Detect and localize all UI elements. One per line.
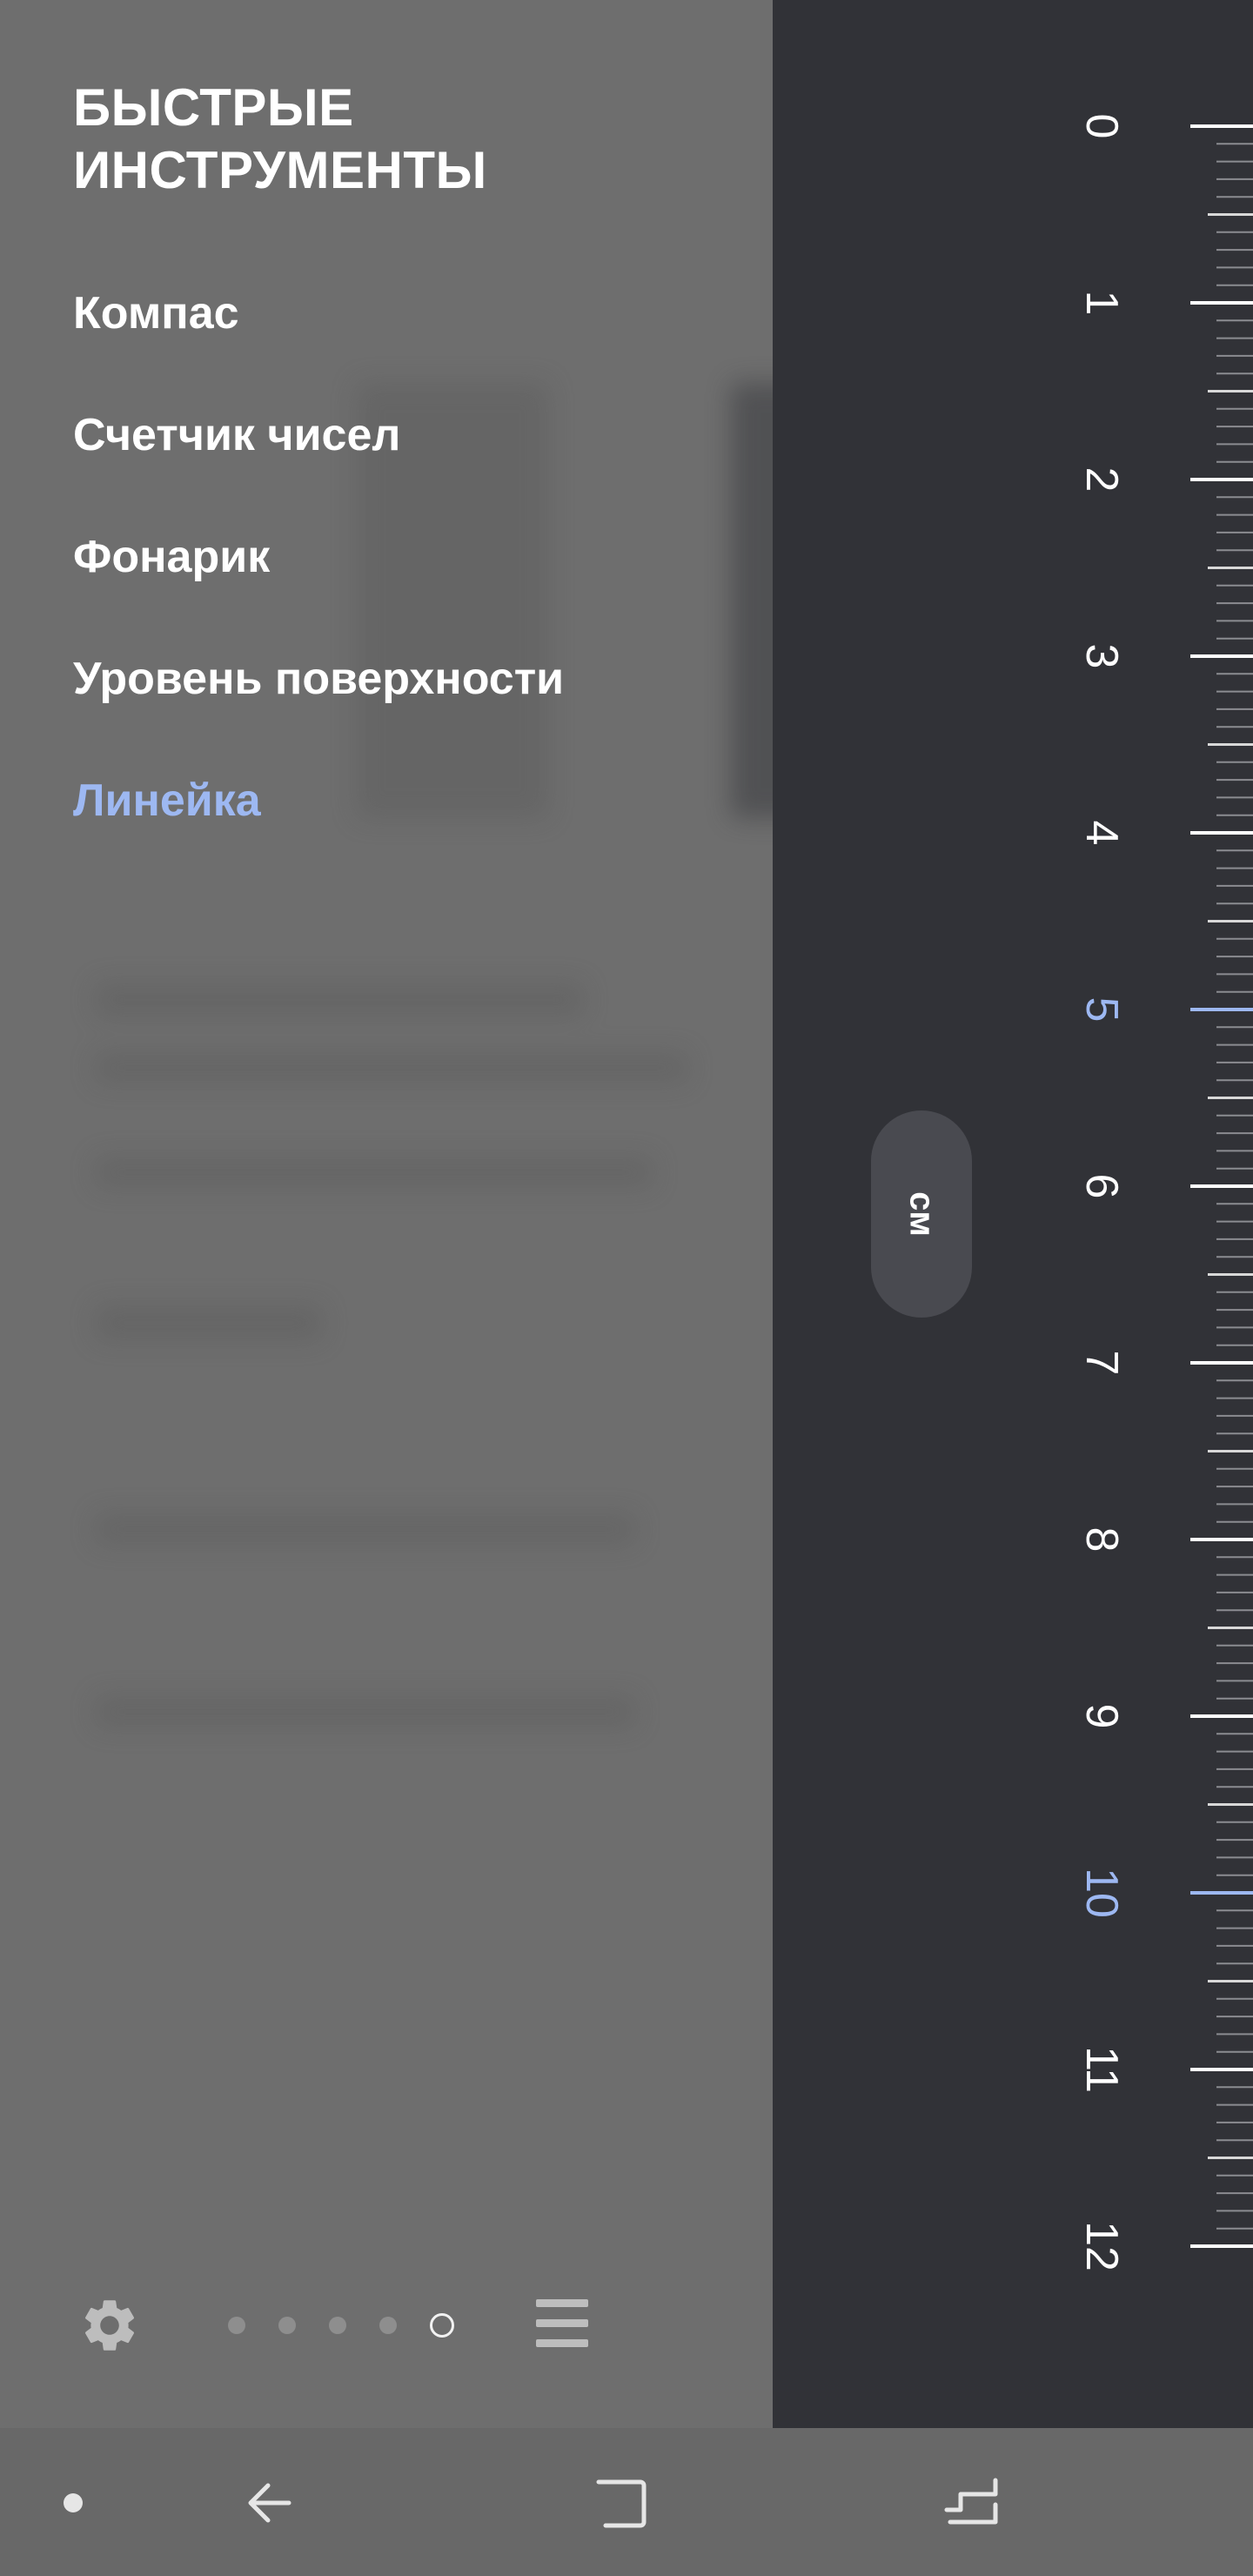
menu-item-flashlight[interactable]: Фонарик [73,513,564,635]
recents-icon[interactable] [941,2470,1004,2532]
ruler-scale: 0123456789101112 [1076,114,1253,2271]
menu-item-counter[interactable]: Счетчик чисел [73,392,564,513]
unit-toggle-button[interactable]: см [871,1110,972,1318]
ruler-label: 6 [1076,1174,1127,1199]
system-nav-bar [0,2428,1253,2576]
tools-list: Компас Счетчик чисел Фонарик Уровень пов… [73,270,564,879]
back-icon[interactable] [240,2472,303,2534]
menu-footer [0,2280,773,2367]
tools-menu-panel: БЫСТРЫЕ ИНСТРУМЕНТЫ Компас Счетчик чисел… [0,0,773,2428]
menu-item-ruler[interactable]: Линейка [73,757,564,879]
page-dot[interactable] [228,2317,245,2334]
ruler-label: 8 [1076,1527,1127,1553]
page-indicator [228,2313,454,2338]
menu-item-compass[interactable]: Компас [73,270,564,392]
unit-label: см [902,1191,941,1237]
dot-icon[interactable] [61,2491,85,2515]
ruler[interactable]: 0 1 2 3 4 5 6 7 8 9 10 11 12 см [773,0,1253,2428]
page-dot[interactable] [379,2317,397,2334]
ruler-label: 5 [1076,997,1127,1023]
ruler-label: 4 [1076,821,1127,846]
ruler-label: 2 [1076,467,1127,493]
ruler-label: 1 [1076,291,1127,316]
ruler-label: 3 [1076,644,1127,669]
gear-icon[interactable] [78,2294,141,2357]
page-dot[interactable] [329,2317,346,2334]
ruler-label: 7 [1076,1351,1127,1376]
menu-item-level[interactable]: Уровень поверхности [73,635,564,757]
page-dot[interactable] [278,2317,296,2334]
ruler-label: 9 [1076,1704,1127,1729]
list-icon[interactable] [531,2292,593,2355]
ruler-label: 11 [1076,2046,1127,2093]
ruler-label: 12 [1076,2221,1127,2271]
menu-title: БЫСТРЫЕ ИНСТРУМЕНТЫ [73,78,487,199]
page-dot-current[interactable] [430,2313,454,2338]
ruler-label: 10 [1076,1868,1127,1918]
home-icon[interactable] [590,2470,653,2532]
ruler-label: 0 [1076,114,1127,139]
